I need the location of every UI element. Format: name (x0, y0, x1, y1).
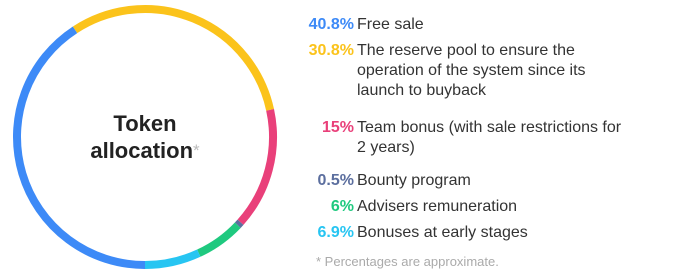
legend-value: 6% (330, 198, 354, 215)
legend-item-team-bonus: 15% Team bonus (with sale restrictions f… (270, 118, 676, 162)
donut-slice-5 (144, 249, 201, 269)
donut-slice-2 (237, 109, 277, 225)
donut-slice-4 (197, 222, 241, 257)
legend-item-bounty: 0.5% Bounty program (270, 171, 676, 191)
legend-label: Bounty program (357, 172, 471, 189)
footnote: * Percentages are approximate. (316, 254, 499, 269)
legend: 40.8% Free sale 30.8% The reserve pool t… (270, 0, 676, 274)
legend-label: Free sale (357, 16, 424, 33)
legend-label: Bonuses at early stages (357, 224, 528, 241)
legend-label: Team bonus (with sale restrictions for 2… (357, 119, 622, 156)
legend-value: 15% (321, 119, 354, 136)
title-footnote-mark: * (193, 141, 200, 160)
donut-slice-1 (72, 5, 274, 111)
legend-value: 0.5% (317, 172, 354, 189)
chart-title: Token allocation* (66, 110, 224, 164)
legend-value: 40.8% (308, 16, 354, 33)
donut-slice-3 (234, 219, 244, 228)
legend-label: Advisers remuneration (357, 198, 518, 215)
chart-title-text: Token allocation (90, 111, 194, 163)
legend-item-free-sale: 40.8% Free sale (270, 15, 676, 35)
legend-item-reserve-pool: 30.8% The reserve pool to ensure the ope… (270, 41, 676, 107)
legend-value: 6.9% (317, 224, 354, 241)
legend-value: 30.8% (308, 42, 354, 59)
legend-item-advisers: 6% Advisers remuneration (270, 197, 676, 217)
legend-item-early-bonuses: 6.9% Bonuses at early stages (270, 223, 676, 243)
legend-label: The reserve pool to ensure the operation… (357, 42, 586, 99)
